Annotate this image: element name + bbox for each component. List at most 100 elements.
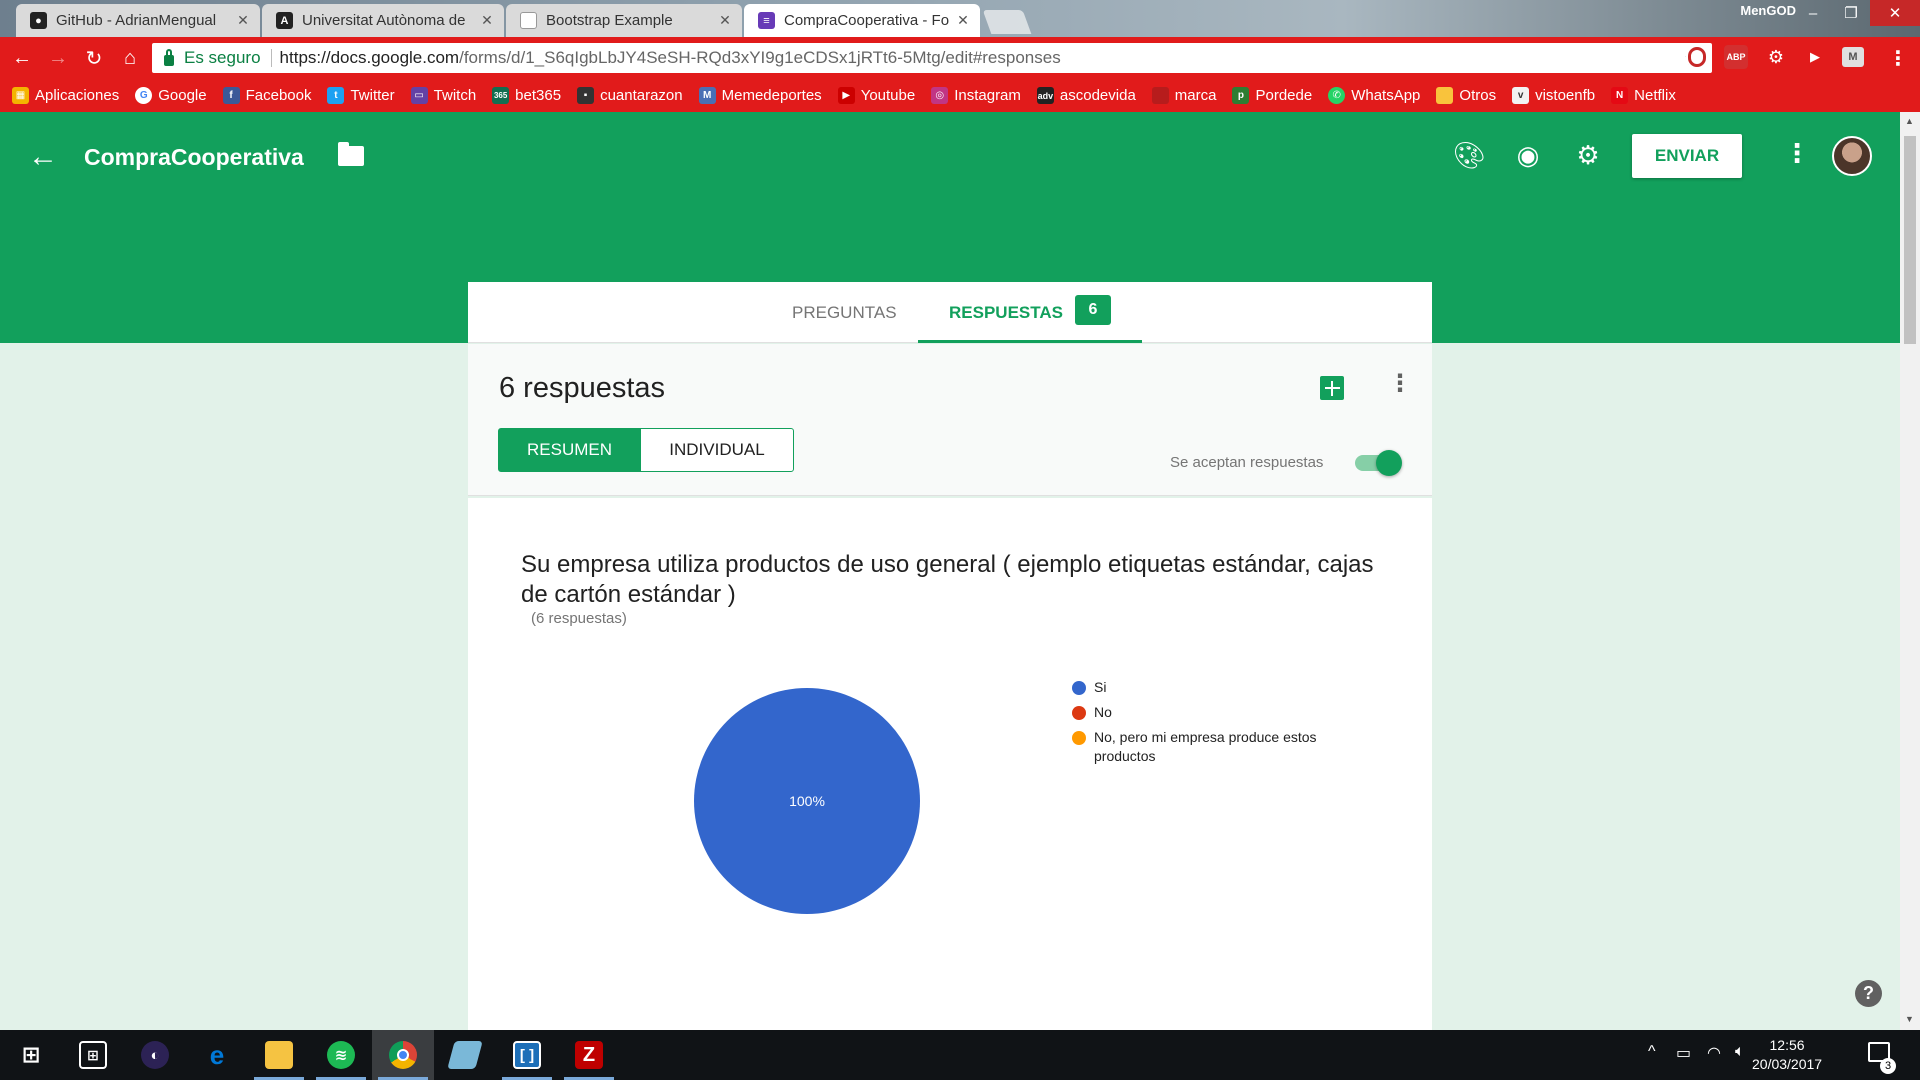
legend-item: Si bbox=[1072, 678, 1362, 697]
bookmark-label: marca bbox=[1174, 87, 1217, 104]
adblock-plus-icon[interactable]: ABP bbox=[1724, 45, 1748, 69]
tab-responses[interactable]: RESPUESTAS bbox=[949, 303, 1063, 323]
sheets-icon[interactable] bbox=[1320, 376, 1344, 400]
minimize-icon[interactable]: – bbox=[1794, 0, 1832, 26]
close-tab-icon[interactable]: ✕ bbox=[480, 12, 494, 29]
taskbar-file-explorer[interactable] bbox=[248, 1030, 310, 1080]
bookmark-pordede[interactable]: p Pordede bbox=[1232, 87, 1312, 104]
bookmark-youtube[interactable]: ▶ Youtube bbox=[837, 87, 915, 104]
question-title: Su empresa utiliza productos de uso gene… bbox=[521, 551, 1374, 608]
eclipse-icon: ◐ bbox=[141, 1041, 169, 1069]
close-window-icon[interactable]: ✕ bbox=[1870, 0, 1920, 26]
close-tab-icon[interactable]: ✕ bbox=[956, 12, 970, 29]
responses-summary-card: 6 respuestas ⋮ RESUMEN INDIVIDUAL Se ace… bbox=[468, 344, 1432, 496]
bookmark-instagram[interactable]: ◎ Instagram bbox=[931, 87, 1021, 104]
bookmark-memedeportes[interactable]: M Memedeportes bbox=[698, 87, 822, 104]
bookmark-label: Otros bbox=[1459, 87, 1497, 104]
play-extension-icon[interactable]: ▶ bbox=[1803, 45, 1827, 69]
avatar[interactable] bbox=[1832, 136, 1872, 176]
responses-more-icon[interactable]: ⋮ bbox=[1388, 372, 1412, 396]
forward-icon[interactable]: → bbox=[40, 47, 76, 70]
forms-app: ← CompraCooperativa 🎨︎ ◉ ⚙ ENVIAR ⋮ PREG… bbox=[0, 112, 1900, 1030]
legend-swatch bbox=[1072, 681, 1086, 695]
close-tab-icon[interactable]: ✕ bbox=[236, 12, 250, 29]
bookmark-twitch[interactable]: ▭ Twitch bbox=[410, 87, 476, 104]
scroll-down-arrow-icon[interactable]: ▼ bbox=[1905, 1014, 1914, 1024]
memedeportes-icon: M bbox=[698, 87, 716, 104]
pie-data-label: 100% bbox=[789, 793, 825, 809]
bookmark-netflix[interactable]: N Netflix bbox=[1611, 87, 1676, 104]
back-icon[interactable]: ← bbox=[4, 47, 40, 70]
bookmark-marca[interactable]: marca bbox=[1151, 87, 1217, 104]
windows-start-button[interactable]: ⊞ bbox=[0, 1030, 62, 1080]
tab-title: Bootstrap Example bbox=[546, 12, 673, 29]
omnibox-divider bbox=[270, 49, 272, 67]
bookmark-twitter[interactable]: t Twitter bbox=[327, 87, 395, 104]
bookmark-whatsapp[interactable]: ✆ WhatsApp bbox=[1328, 87, 1420, 104]
taskbar-clock[interactable]: 12:56 20/03/2017 bbox=[1752, 1036, 1822, 1074]
wifi-icon[interactable]: ◠ bbox=[1707, 1043, 1721, 1063]
send-button[interactable]: ENVIAR bbox=[1632, 134, 1742, 178]
individual-view-button[interactable]: INDIVIDUAL bbox=[640, 428, 794, 472]
home-icon[interactable]: ⌂ bbox=[112, 47, 148, 70]
taskbar-filezilla[interactable]: Z bbox=[558, 1030, 620, 1080]
reload-icon[interactable]: ↻ bbox=[76, 46, 112, 71]
gear-extension-icon[interactable]: ⚙ bbox=[1764, 45, 1788, 69]
browser-tab-uab[interactable]: A Universitat Autònoma de ✕ bbox=[262, 4, 504, 37]
palette-icon[interactable]: 🎨︎ bbox=[1453, 140, 1486, 170]
chrome-menu-icon[interactable]: ⋮ bbox=[1880, 46, 1916, 71]
toggle-knob[interactable] bbox=[1376, 450, 1402, 476]
tab-title: CompraCooperativa - Fo bbox=[784, 12, 950, 29]
bookmark-ascodevida[interactable]: adv ascodevida bbox=[1036, 87, 1136, 104]
file-explorer-icon bbox=[265, 1041, 293, 1069]
browser-tab-forms[interactable]: ≡ CompraCooperativa - Fo ✕ bbox=[744, 4, 980, 37]
taskbar-chrome[interactable] bbox=[372, 1030, 434, 1080]
bookmark-bet365[interactable]: 365 bet365 bbox=[492, 87, 561, 104]
question-summary-card: Su empresa utiliza productos de uso gene… bbox=[468, 498, 1432, 1030]
volume-icon[interactable]: 🔈︎ bbox=[1735, 1043, 1745, 1061]
bookmark-folder-otros[interactable]: Otros bbox=[1436, 87, 1496, 104]
legend-item: No, pero mi empresa produce estos produc… bbox=[1072, 728, 1362, 766]
bookmark-vistoenfb[interactable]: v vistoenfb bbox=[1512, 87, 1595, 104]
back-arrow-icon[interactable]: ← bbox=[28, 142, 58, 172]
spotify-icon: ≋ bbox=[327, 1041, 355, 1069]
settings-gear-icon[interactable]: ⚙ bbox=[1573, 140, 1603, 170]
page-scrollbar[interactable]: ▲ ▼ bbox=[1900, 112, 1920, 1030]
window-user-name[interactable]: MenGOD bbox=[1740, 3, 1796, 18]
taskbar-edge[interactable]: e bbox=[186, 1030, 248, 1080]
scroll-thumb[interactable] bbox=[1904, 136, 1916, 344]
windows-start-icon: ⊞ bbox=[21, 1042, 41, 1067]
bookmark-facebook[interactable]: f Facebook bbox=[222, 87, 312, 104]
browser-tab-github[interactable]: ● GitHub - AdrianMengual ✕ bbox=[16, 4, 260, 37]
legend-label: No, pero mi empresa produce estos produc… bbox=[1094, 729, 1317, 764]
brackets-icon: [ ] bbox=[513, 1041, 541, 1069]
bookmark-cuantarazon[interactable]: ▪ cuantarazon bbox=[577, 87, 683, 104]
preview-eye-icon[interactable]: ◉ bbox=[1513, 140, 1543, 170]
store-icon: ⊞ bbox=[79, 1041, 107, 1069]
taskbar-notepad[interactable] bbox=[434, 1030, 496, 1080]
tab-title: Universitat Autònoma de bbox=[302, 12, 466, 29]
twitch-icon: ▭ bbox=[410, 87, 428, 104]
taskbar-brackets[interactable]: [ ] bbox=[496, 1030, 558, 1080]
show-hidden-icons-icon[interactable]: ^ bbox=[1648, 1043, 1656, 1061]
new-tab-button[interactable] bbox=[982, 10, 1032, 34]
more-options-icon[interactable]: ⋮ bbox=[1784, 140, 1810, 166]
battery-icon[interactable]: ▭ bbox=[1676, 1043, 1691, 1063]
taskbar-eclipse[interactable]: ◐ bbox=[124, 1030, 186, 1080]
taskbar-store[interactable]: ⊞ bbox=[62, 1030, 124, 1080]
scroll-up-arrow-icon[interactable]: ▲ bbox=[1905, 116, 1914, 126]
summary-view-button[interactable]: RESUMEN bbox=[498, 428, 641, 472]
browser-tab-bootstrap[interactable]: Bootstrap Example ✕ bbox=[506, 4, 742, 37]
m-extension-icon[interactable]: M bbox=[1842, 47, 1864, 67]
taskbar-spotify[interactable]: ≋ bbox=[310, 1030, 372, 1080]
folder-icon[interactable] bbox=[338, 142, 364, 166]
bookmark-google[interactable]: G Google bbox=[135, 87, 207, 104]
tab-questions[interactable]: PREGUNTAS bbox=[792, 303, 897, 323]
shield-extension-icon[interactable] bbox=[1685, 45, 1709, 69]
address-bar[interactable]: Es seguro https://docs.google.com /forms… bbox=[152, 43, 1712, 73]
restore-icon[interactable]: ❐ bbox=[1832, 0, 1870, 26]
bookmark-aplicaciones[interactable]: ▦ Aplicaciones bbox=[12, 87, 119, 104]
help-icon[interactable]: ? bbox=[1855, 980, 1882, 1007]
close-tab-icon[interactable]: ✕ bbox=[718, 12, 732, 29]
bookmark-label: Facebook bbox=[245, 87, 312, 104]
